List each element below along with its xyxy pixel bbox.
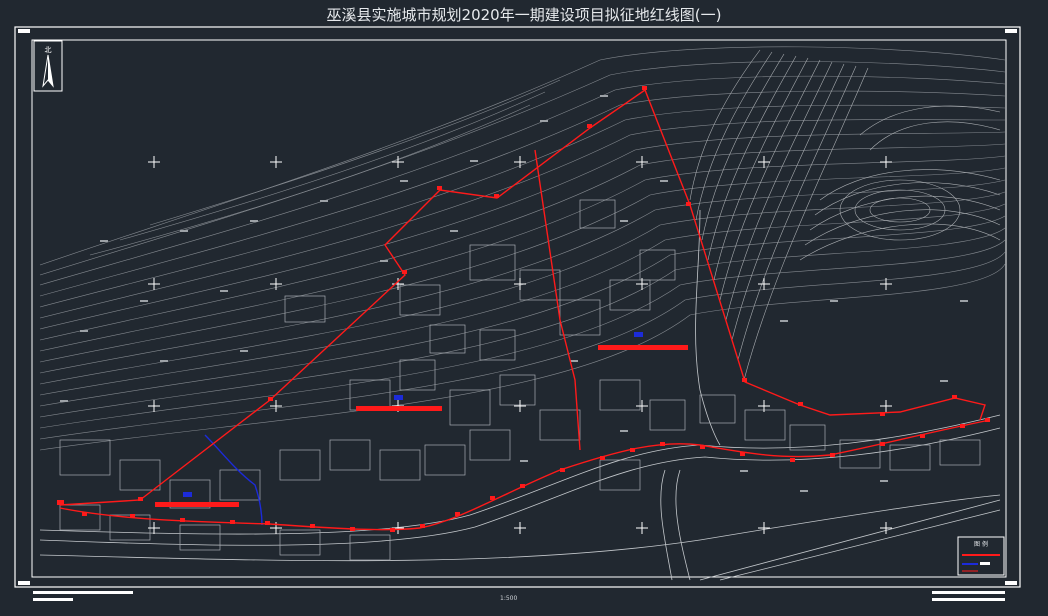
red-line-markers bbox=[57, 86, 990, 532]
north-arrow-icon: 北 bbox=[33, 40, 63, 92]
frame-corner-marks bbox=[18, 29, 1017, 585]
scale-label: 1:500 bbox=[500, 595, 518, 602]
inner-frame bbox=[31, 39, 1007, 578]
map-canvas[interactable]: 北 图 例 bbox=[0, 0, 1048, 616]
blue-boundary-line bbox=[204, 434, 263, 526]
bottom-bars bbox=[33, 591, 1005, 601]
elevation-labels bbox=[60, 95, 968, 492]
legend-title: 图 例 bbox=[974, 540, 988, 548]
north-label: 北 bbox=[45, 46, 52, 54]
red-line-boundaries bbox=[59, 88, 991, 531]
terrain-contours bbox=[39, 46, 1006, 451]
legend-box: 图 例 bbox=[957, 536, 1005, 576]
